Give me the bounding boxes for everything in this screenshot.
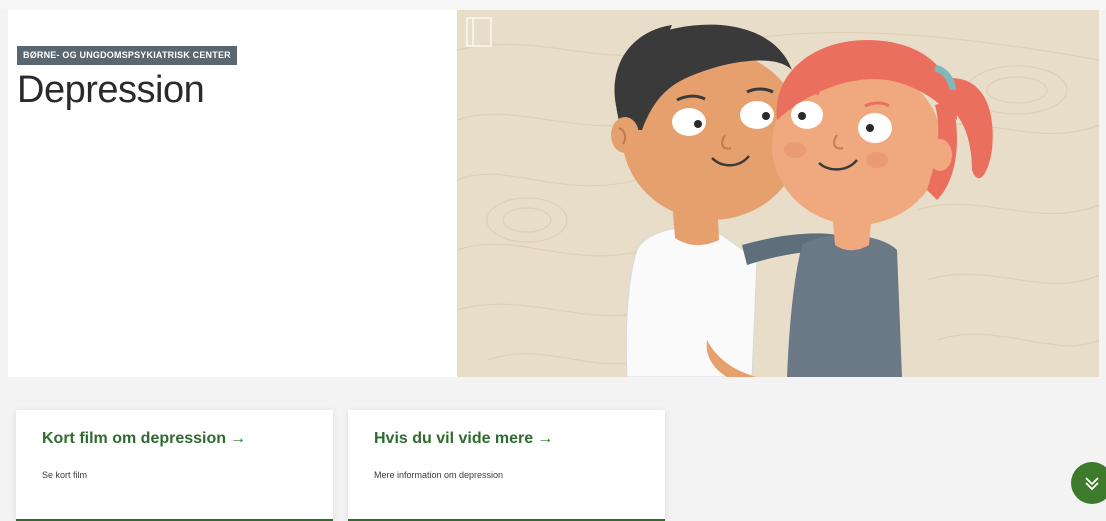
- hero-text-panel: BØRNE- OG UNGDOMSPSYKIATRISK CENTER Depr…: [8, 10, 457, 377]
- hero-illustration: [457, 10, 1099, 377]
- card-description: Se kort film: [42, 470, 88, 480]
- chevron-double-down-icon: [1085, 477, 1099, 491]
- category-label: BØRNE- OG UNGDOMSPSYKIATRISK CENTER: [17, 46, 237, 65]
- page-title: Depression: [17, 69, 205, 111]
- scroll-down-button[interactable]: [1071, 462, 1106, 504]
- page: BØRNE- OG UNGDOMSPSYKIATRISK CENTER Depr…: [0, 0, 1106, 521]
- card-description: Mere information om depression: [374, 470, 504, 480]
- card-title[interactable]: Kort film om depression →: [42, 430, 246, 448]
- card-title[interactable]: Hvis du vil vide mere →: [374, 430, 553, 448]
- card-title-text: Hvis du vil vide mere: [374, 430, 534, 447]
- arrow-right-icon: →: [537, 430, 554, 447]
- top-strip: [0, 0, 1106, 10]
- hero-illustration-svg: [457, 10, 1099, 377]
- more-info-card[interactable]: Hvis du vil vide mere → Mere information …: [348, 410, 665, 521]
- arrow-right-icon: →: [230, 430, 247, 447]
- card-title-text: Kort film om depression: [42, 430, 227, 447]
- short-film-card[interactable]: Kort film om depression → Se kort film: [16, 410, 333, 521]
